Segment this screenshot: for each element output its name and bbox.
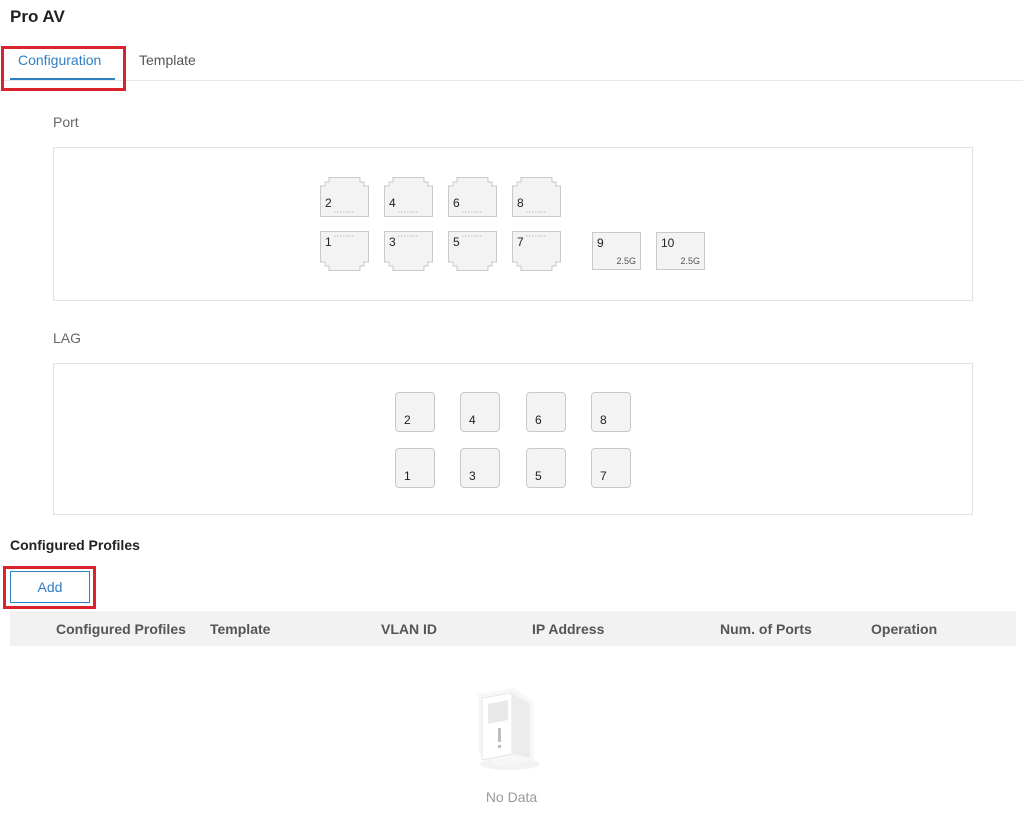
column-header-template[interactable]: Template — [210, 621, 270, 637]
lag-number: 3 — [469, 469, 476, 483]
port-number: 5 — [453, 235, 460, 249]
lag-number: 1 — [404, 469, 411, 483]
column-header-num-of-ports[interactable]: Num. of Ports — [720, 621, 812, 637]
lag-5[interactable]: 5 — [526, 448, 566, 488]
port-5[interactable]: 5 — [448, 231, 497, 271]
port-number: 3 — [389, 235, 396, 249]
column-header-ip-address[interactable]: IP Address — [532, 621, 604, 637]
lag-panel — [53, 363, 973, 515]
port-9[interactable]: 9 2.5G — [592, 232, 641, 270]
lag-section-label: LAG — [53, 330, 82, 346]
port-speed: 2.5G — [616, 256, 636, 266]
port-number: 7 — [517, 235, 524, 249]
lag-1[interactable]: 1 — [395, 448, 435, 488]
tab-bar: Configuration Template — [0, 44, 1023, 81]
port-10[interactable]: 10 2.5G — [656, 232, 705, 270]
lag-number: 6 — [535, 413, 542, 427]
column-header-operation[interactable]: Operation — [871, 621, 937, 637]
lag-3[interactable]: 3 — [460, 448, 500, 488]
lag-number: 8 — [600, 413, 607, 427]
port-4[interactable]: 4 — [384, 177, 433, 217]
port-number: 6 — [453, 196, 460, 210]
column-header-configured-profiles[interactable]: Configured Profiles — [56, 621, 186, 637]
port-number: 1 — [325, 235, 332, 249]
port-number: 10 — [661, 236, 675, 250]
lag-number: 4 — [469, 413, 476, 427]
port-7[interactable]: 7 — [512, 231, 561, 271]
port-number: 4 — [389, 196, 396, 210]
tab-highlight-box — [1, 46, 126, 91]
page-title: Pro AV — [10, 7, 65, 26]
port-3[interactable]: 3 — [384, 231, 433, 271]
port-8[interactable]: 8 — [512, 177, 561, 217]
lag-7[interactable]: 7 — [591, 448, 631, 488]
lag-number: 2 — [404, 413, 411, 427]
port-section-label: Port — [53, 114, 79, 130]
port-panel — [53, 147, 973, 301]
port-number: 8 — [517, 196, 524, 210]
tab-template[interactable]: Template — [139, 52, 196, 68]
lag-4[interactable]: 4 — [460, 392, 500, 432]
lag-2[interactable]: 2 — [395, 392, 435, 432]
lag-number: 5 — [535, 469, 542, 483]
port-1[interactable]: 1 — [320, 231, 369, 271]
port-2[interactable]: 2 — [320, 177, 369, 217]
no-data-icon — [478, 688, 540, 770]
port-speed: 2.5G — [680, 256, 700, 266]
port-number: 2 — [325, 196, 332, 210]
empty-state-text: No Data — [485, 789, 538, 805]
configured-profiles-title: Configured Profiles — [10, 537, 140, 553]
column-header-vlan-id[interactable]: VLAN ID — [381, 621, 437, 637]
table-header: Configured Profiles Template VLAN ID IP … — [10, 611, 1016, 646]
port-number: 9 — [597, 236, 604, 250]
lag-6[interactable]: 6 — [526, 392, 566, 432]
lag-8[interactable]: 8 — [591, 392, 631, 432]
lag-number: 7 — [600, 469, 607, 483]
add-highlight-box — [3, 566, 96, 609]
port-6[interactable]: 6 — [448, 177, 497, 217]
